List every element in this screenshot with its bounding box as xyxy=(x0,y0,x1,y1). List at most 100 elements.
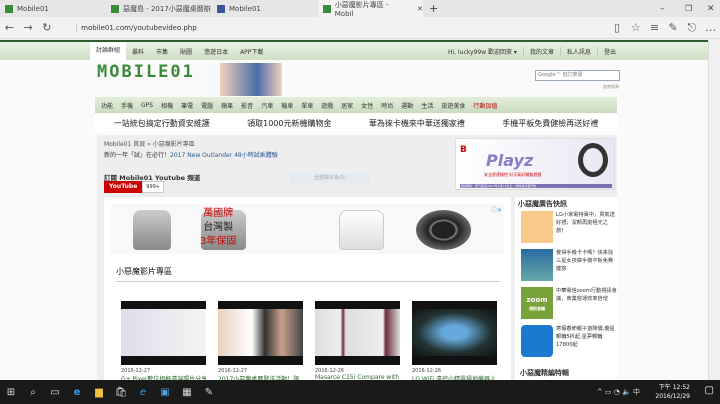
time: 下午 12:52 xyxy=(658,384,690,391)
sidebar-ad-item[interactable]: 寒假春節親子遊降價,龍星郵輪5折起,星夢郵輪17800起 xyxy=(521,325,617,357)
promo-link[interactable]: 華為徠卡機來中華送獨家禮 xyxy=(369,118,465,129)
category-link[interactable]: 遊戲 xyxy=(317,101,337,110)
internet-explorer-icon[interactable]: e xyxy=(132,387,154,398)
sidebar-ad-text[interactable]: 覺得手機卡卡嗎？快來找三星女孩做手機平板免費健檢 xyxy=(556,249,617,281)
video-card[interactable]: 2016-12-27 2017小惡魔桌曆發送活動！限 xyxy=(218,301,303,383)
minimize-button[interactable]: – xyxy=(655,0,665,17)
video-card[interactable]: 2016-12-26 LG WiFi 遠控小精靈掃地機器人 xyxy=(412,301,497,383)
reading-view-icon[interactable]: ▯ xyxy=(608,21,627,34)
close-window-button[interactable]: ✕ xyxy=(702,0,715,17)
news-ticker[interactable]: 新的一年「試」在必行！2017 New Outlander 48小時試乘體驗 xyxy=(104,150,278,159)
share-icon[interactable]: ⎋ xyxy=(683,21,702,35)
messages-link[interactable]: 私人訊息 xyxy=(559,46,597,56)
nav-market[interactable]: 市集 xyxy=(150,47,174,56)
promo-link[interactable]: 領取1000元新機購物金 xyxy=(247,118,331,129)
category-link[interactable]: 女性 xyxy=(357,101,377,110)
youtube-button[interactable]: YouTube xyxy=(104,181,143,193)
breadcrumb[interactable]: Mobile01 首頁 » 小惡魔影片專區 xyxy=(104,139,195,148)
notification-icon[interactable]: ▢ xyxy=(705,385,714,396)
favorite-star-icon[interactable]: ☆ xyxy=(626,21,645,34)
ad-footer: 活動期間：即日起至2017年1月31日止，詳情請洽各門市 xyxy=(460,184,612,188)
nav-forums[interactable]: 討論群組 xyxy=(90,42,127,60)
sidebar-ad-text[interactable]: 中華電信zoom行動視訊會議，商業營運效率倍增 xyxy=(556,287,617,319)
forward-icon[interactable]: → xyxy=(19,21,38,34)
sidebar-ad-text[interactable]: LG小家電特賣中，買氣送好禮，潔顏再拋極光之旅！ xyxy=(556,211,617,243)
close-tab-icon[interactable]: ✕ xyxy=(417,5,423,13)
tab-mobile01[interactable]: Mobile01 xyxy=(0,0,105,17)
search-input[interactable]: Google™ 自訂搜尋 xyxy=(535,70,620,81)
video-card[interactable]: 2016-12-27 G+ Pixer數位相框遠端照片分享 xyxy=(121,301,206,383)
start-icon[interactable]: ⊞ xyxy=(0,387,22,398)
banner-image[interactable] xyxy=(220,63,282,96)
ad-close-icon[interactable]: ⓘ✕ xyxy=(491,205,502,214)
scrollbar[interactable] xyxy=(708,40,720,380)
bridgestone-ad[interactable]: B Playz 安全舒適操控 好天氣好開路遊戲 活動期間：即日起至2017年1月… xyxy=(455,138,615,190)
more-icon[interactable]: … xyxy=(701,21,720,34)
clock[interactable]: 下午 12:52 2016/12/29 xyxy=(655,383,690,401)
sidebar-ad-item[interactable]: LG小家電特賣中，買氣送好禮，潔顏再拋極光之旅！ xyxy=(521,211,617,243)
nav-app[interactable]: APP下載 xyxy=(234,47,269,56)
ime-indicator[interactable]: 中 xyxy=(633,388,640,396)
category-link[interactable]: 旅遊美食 xyxy=(437,101,469,110)
video-thumbnail[interactable] xyxy=(121,301,206,365)
category-link[interactable]: 運動 xyxy=(397,101,417,110)
category-link[interactable]: 居家 xyxy=(337,101,357,110)
new-tab-button[interactable]: + xyxy=(424,0,438,17)
category-link[interactable]: 機車 xyxy=(277,101,297,110)
promo-link[interactable]: 手機平板免費健檢再送好禮 xyxy=(502,118,598,129)
url-input[interactable]: mobile01.com/youtubevideo.php xyxy=(76,23,544,32)
category-link[interactable]: 生活 xyxy=(417,101,437,110)
video-card[interactable]: 2016-12-26 Masarce C15i Compare with xyxy=(315,301,400,381)
nav-photos[interactable]: 貼圖 xyxy=(174,47,198,56)
tab-calendar[interactable]: 惡魔島 - 2017小惡魔桌曆辦 xyxy=(106,0,211,17)
nav-news[interactable]: 暴料 xyxy=(126,47,150,56)
category-link[interactable]: GPS xyxy=(137,102,157,109)
sidebar-ad-text[interactable]: 寒假春節親子遊降價,龍星郵輪5折起,星夢郵輪17800起 xyxy=(556,325,617,357)
advanced-search-link[interactable]: 進階搜尋 xyxy=(603,84,619,90)
web-note-icon[interactable]: ✎ xyxy=(664,21,683,34)
search-icon[interactable]: ⌕ xyxy=(22,387,44,398)
category-link[interactable]: 汽車 xyxy=(257,101,277,110)
mobile01-logo[interactable]: MOBILE01 xyxy=(97,62,195,82)
file-explorer-icon[interactable]: ▆ xyxy=(88,387,110,398)
edge-icon[interactable]: e xyxy=(66,387,88,398)
news-link[interactable]: 2017 New Outlander 48小時試乘體驗 xyxy=(170,152,278,159)
logout-link[interactable]: 登出 xyxy=(596,46,622,56)
category-link[interactable]: 影音 xyxy=(237,101,257,110)
refresh-icon[interactable]: ↻ xyxy=(37,21,56,34)
system-tray[interactable]: ^ ▭ ◔ 🔈 中 xyxy=(597,387,640,397)
youtube-subscribe[interactable]: YouTube 999+ xyxy=(104,181,164,193)
category-link[interactable]: 單車 xyxy=(297,101,317,110)
video-thumbnail[interactable] xyxy=(218,301,303,365)
video-thumbnail[interactable] xyxy=(315,301,400,365)
my-posts-link[interactable]: 我的文章 xyxy=(522,46,560,56)
appliance-ad[interactable]: ⓘ✕ xyxy=(111,204,504,254)
category-link[interactable]: 手機 xyxy=(117,101,137,110)
back-icon[interactable]: ← xyxy=(0,21,19,34)
paintbrush-icon[interactable]: ✎ xyxy=(198,387,220,398)
user-menu[interactable]: Hi, lucky99w 歡迎回來 ▾ xyxy=(442,47,523,56)
category-link[interactable]: 蘋果 xyxy=(217,101,237,110)
hub-icon[interactable]: ≡ xyxy=(645,21,664,34)
restore-button[interactable]: ❐ xyxy=(680,0,692,17)
task-view-icon[interactable]: ▭ xyxy=(44,387,66,398)
video-thumbnail[interactable] xyxy=(412,301,497,365)
sidebar-ad-item[interactable]: 覺得手機卡卡嗎？快來找三星女孩做手機平板免費健檢 xyxy=(521,249,617,281)
store-icon[interactable]: 🛍 xyxy=(110,387,132,398)
sidebar-ad-item[interactable]: zoom 視訊會議 中華電信zoom行動視訊會議，商業營運效率倍增 xyxy=(521,287,617,319)
category-link[interactable]: 筆電 xyxy=(177,101,197,110)
category-link[interactable]: 相機 xyxy=(157,101,177,110)
category-link[interactable]: 時尚 xyxy=(377,101,397,110)
mark-all-read-button[interactable]: 全部標示為(5) xyxy=(290,173,370,183)
paint-icon[interactable]: ▦ xyxy=(176,387,198,398)
category-link[interactable]: 電腦 xyxy=(197,101,217,110)
bridgestone-logo: B xyxy=(460,145,467,155)
tab-facebook[interactable]: Mobile01 xyxy=(212,0,317,17)
tab-video-zone[interactable]: 小惡魔影片專區 - Mobil ✕ xyxy=(318,0,423,18)
category-link[interactable]: 行動加值 xyxy=(469,101,501,110)
app-icon[interactable]: ▣ xyxy=(154,387,176,398)
promo-links: 一站統包搞定行動資安維護 領取1000元新機購物金 華為徠卡機來中華送獨家禮 手… xyxy=(95,114,617,132)
category-link[interactable]: 功能 xyxy=(97,101,117,110)
promo-link[interactable]: 一站統包搞定行動資安維護 xyxy=(114,118,210,129)
nav-japan[interactable]: 悠遊日本 xyxy=(198,47,234,56)
